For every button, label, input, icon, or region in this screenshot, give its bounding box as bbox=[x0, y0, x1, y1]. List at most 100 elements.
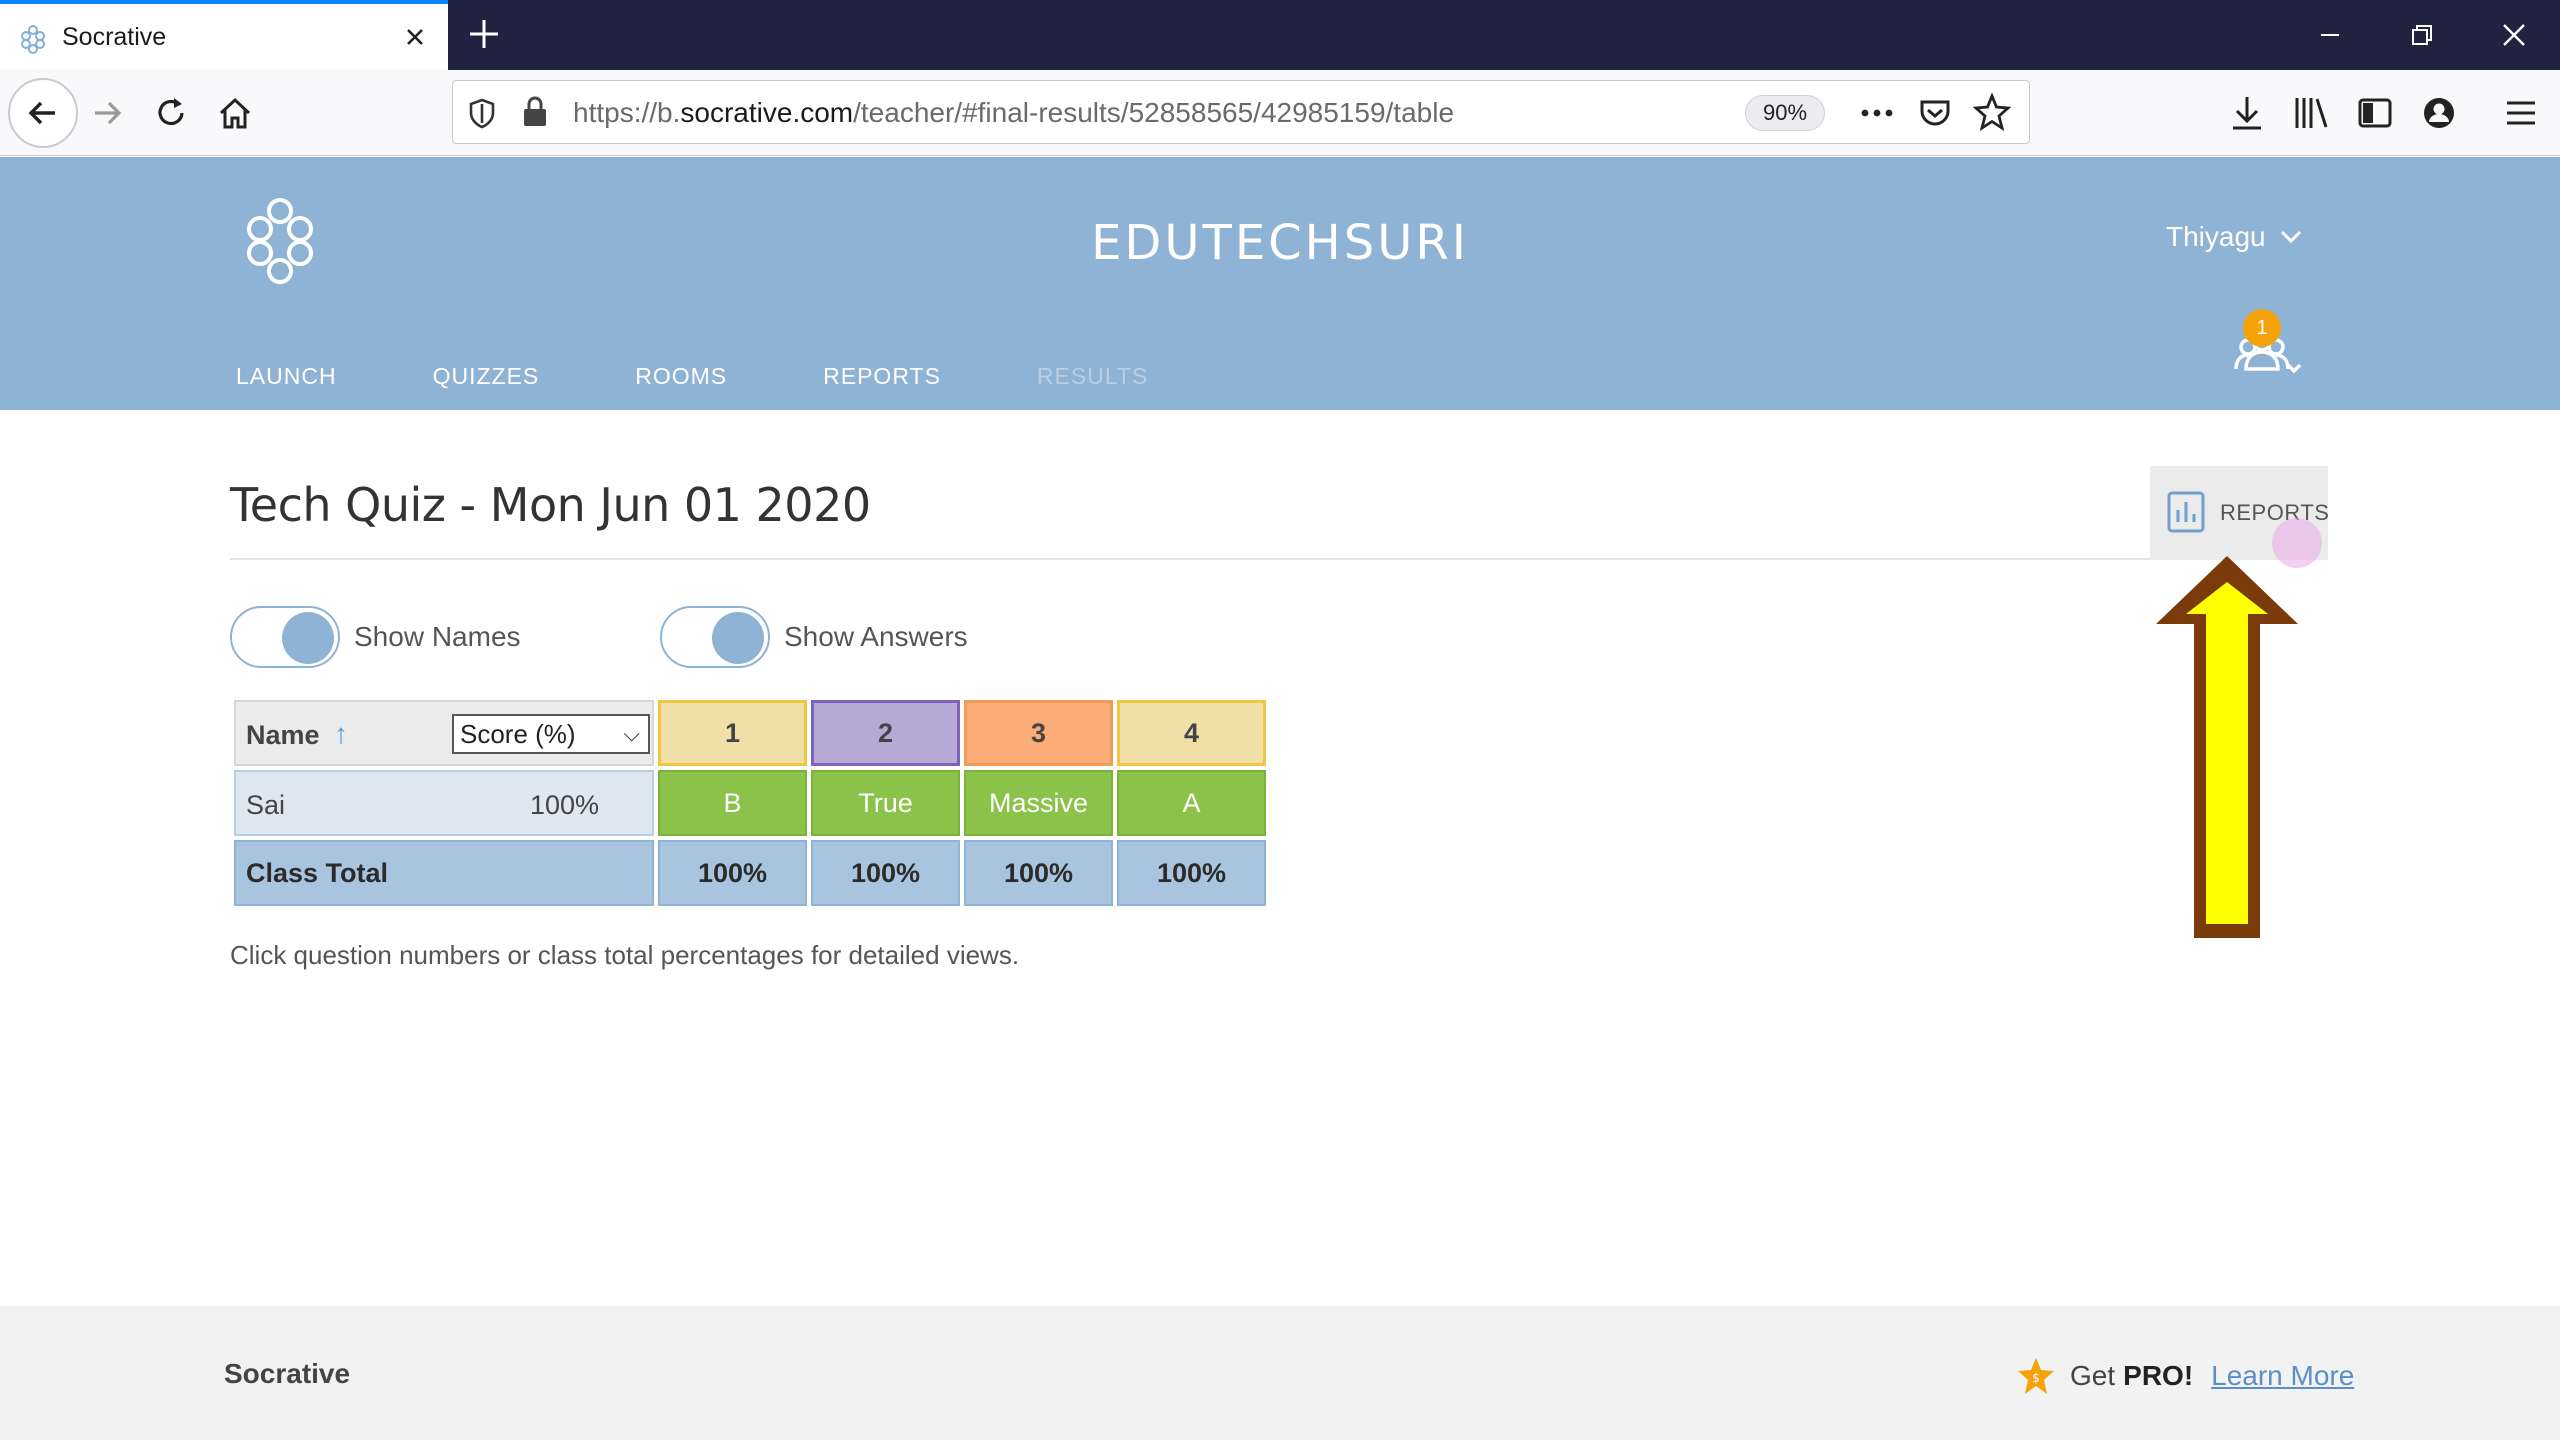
nav-reports[interactable]: REPORTS bbox=[823, 363, 941, 390]
get-label: Get bbox=[2070, 1360, 2116, 1391]
nav-quizzes[interactable]: QUIZZES bbox=[433, 363, 540, 390]
url-domain: socrative.com bbox=[680, 97, 854, 128]
show-names-label: Show Names bbox=[354, 621, 521, 652]
question-header-3[interactable]: 3 bbox=[964, 700, 1113, 766]
show-answers-switch[interactable] bbox=[660, 606, 770, 668]
score-select-dropdown[interactable]: Score (%) ⌵ bbox=[452, 714, 650, 754]
student-name: Sai bbox=[246, 790, 286, 820]
name-header-label: Name bbox=[246, 720, 320, 750]
chevron-down-icon bbox=[2280, 230, 2301, 244]
minimize-icon bbox=[2321, 34, 2339, 36]
app-menu-button[interactable] bbox=[2498, 90, 2544, 136]
tab-title: Socrative bbox=[62, 23, 167, 51]
answer-cell[interactable]: B bbox=[658, 770, 807, 836]
browser-toolbar: https://b.socrative.com/teacher/#final-r… bbox=[0, 70, 2560, 156]
pro-label: PRO! bbox=[2123, 1360, 2194, 1391]
lock-icon[interactable] bbox=[521, 95, 549, 129]
restore-window-button[interactable] bbox=[2376, 0, 2468, 70]
new-tab-plus-icon[interactable] bbox=[462, 12, 506, 56]
library-icon bbox=[2295, 98, 2328, 128]
question-header-1[interactable]: 1 bbox=[658, 700, 807, 766]
class-total-label: Class Total bbox=[234, 840, 654, 906]
nav-results[interactable]: RESULTS bbox=[1037, 363, 1148, 390]
nav-rooms[interactable]: ROOMS bbox=[635, 363, 727, 390]
main-nav: LAUNCH QUIZZES ROOMS REPORTS RESULTS bbox=[236, 363, 1244, 390]
close-window-button[interactable] bbox=[2468, 0, 2560, 70]
account-button[interactable] bbox=[2416, 90, 2462, 136]
answer-cell[interactable]: True bbox=[811, 770, 960, 836]
class-total-cell[interactable]: 100% bbox=[658, 840, 807, 906]
hamburger-menu-icon bbox=[2507, 101, 2535, 125]
class-total-cell[interactable]: 100% bbox=[811, 840, 960, 906]
table-row: Sai 100% B True Massive A bbox=[234, 770, 1266, 836]
page-actions-menu-icon[interactable] bbox=[1857, 99, 1897, 127]
toggle-knob bbox=[712, 612, 764, 664]
nav-launch[interactable]: LAUNCH bbox=[236, 363, 337, 390]
footer-brand: Socrative bbox=[224, 1358, 351, 1389]
get-pro-promo: $ Get PRO! Learn More bbox=[2016, 1356, 2354, 1396]
address-bar[interactable]: https://b.socrative.com/teacher/#final-r… bbox=[452, 80, 2030, 144]
url-text[interactable]: https://b.socrative.com/teacher/#final-r… bbox=[573, 97, 1454, 129]
socrative-header: EDUTECHSURI Thiyagu LAUNCH QUIZZES ROOMS… bbox=[0, 157, 2560, 410]
forward-arrow-icon bbox=[95, 101, 122, 125]
minimize-window-button[interactable] bbox=[2284, 0, 2376, 70]
home-icon bbox=[219, 97, 251, 129]
svg-text:$: $ bbox=[2032, 1371, 2040, 1385]
name-column-header[interactable]: Name ↑ Score (%) ⌵ bbox=[234, 700, 654, 766]
show-names-switch[interactable] bbox=[230, 606, 340, 668]
chevron-down-icon: ⌵ bbox=[623, 721, 640, 746]
learn-more-link[interactable]: Learn More bbox=[2211, 1360, 2354, 1392]
close-window-icon bbox=[2503, 24, 2525, 46]
show-answers-label: Show Answers bbox=[784, 621, 968, 652]
quiz-title: Tech Quiz - Mon Jun 01 2020 bbox=[230, 478, 871, 532]
pocket-icon[interactable] bbox=[1917, 95, 1953, 131]
home-button[interactable] bbox=[212, 90, 258, 136]
show-answers-toggle[interactable]: Show Answers bbox=[660, 606, 968, 668]
forward-button[interactable] bbox=[84, 90, 130, 136]
zoom-level-badge[interactable]: 90% bbox=[1745, 95, 1825, 131]
class-total-cell[interactable]: 100% bbox=[1117, 840, 1266, 906]
account-icon bbox=[2424, 98, 2454, 128]
url-path: /teacher/#final-results/52858565/4298515… bbox=[853, 97, 1455, 128]
class-total-row: Class Total 100% 100% 100% 100% bbox=[234, 840, 1266, 906]
user-name: Thiyagu bbox=[2166, 221, 2266, 252]
student-score: 100% bbox=[530, 790, 600, 820]
tracking-shield-icon[interactable] bbox=[467, 97, 497, 129]
sidebar-icon bbox=[2358, 98, 2392, 128]
download-icon bbox=[2233, 97, 2261, 130]
show-names-toggle[interactable]: Show Names bbox=[230, 606, 521, 668]
url-prefix: https://b. bbox=[573, 97, 681, 128]
annotation-up-arrow-icon bbox=[2156, 556, 2298, 938]
reload-button[interactable] bbox=[148, 90, 194, 136]
bookmark-star-icon[interactable] bbox=[1973, 93, 2011, 131]
answer-cell[interactable]: A bbox=[1117, 770, 1266, 836]
browser-tab-strip: Socrative bbox=[0, 0, 2560, 70]
reload-icon bbox=[158, 98, 184, 126]
results-table: Name ↑ Score (%) ⌵ 1 2 3 4 Sai 100% B Tr… bbox=[230, 696, 1270, 910]
library-button[interactable] bbox=[2288, 90, 2334, 136]
page-footer: Socrative $ Get PRO! Learn More bbox=[0, 1306, 2560, 1440]
back-button[interactable] bbox=[8, 78, 78, 148]
question-header-4[interactable]: 4 bbox=[1117, 700, 1266, 766]
user-menu[interactable]: Thiyagu bbox=[2166, 221, 2302, 253]
table-hint-text: Click question numbers or class total pe… bbox=[230, 940, 1020, 970]
restore-icon bbox=[2412, 25, 2432, 45]
close-tab-icon[interactable] bbox=[396, 18, 434, 56]
score-select-value: Score (%) bbox=[460, 719, 576, 749]
answer-cell[interactable]: Massive bbox=[964, 770, 1113, 836]
reports-button-label: REPORTS bbox=[2220, 500, 2330, 525]
table-header-row: Name ↑ Score (%) ⌵ 1 2 3 4 bbox=[234, 700, 1266, 766]
bar-chart-icon bbox=[2167, 491, 2205, 533]
browser-tab-socrative[interactable]: Socrative bbox=[0, 0, 448, 70]
notification-count-badge: 1 bbox=[2243, 309, 2281, 347]
pro-star-icon: $ bbox=[2018, 1358, 2054, 1394]
question-header-2[interactable]: 2 bbox=[811, 700, 960, 766]
title-divider bbox=[230, 558, 2328, 560]
sidebar-button[interactable] bbox=[2352, 90, 2398, 136]
student-cell[interactable]: Sai 100% bbox=[234, 770, 654, 836]
back-arrow-icon bbox=[28, 101, 55, 125]
downloads-button[interactable] bbox=[2224, 90, 2270, 136]
class-total-cell[interactable]: 100% bbox=[964, 840, 1113, 906]
sort-ascending-icon[interactable]: ↑ bbox=[334, 718, 348, 750]
socrative-favicon-icon bbox=[21, 25, 45, 54]
